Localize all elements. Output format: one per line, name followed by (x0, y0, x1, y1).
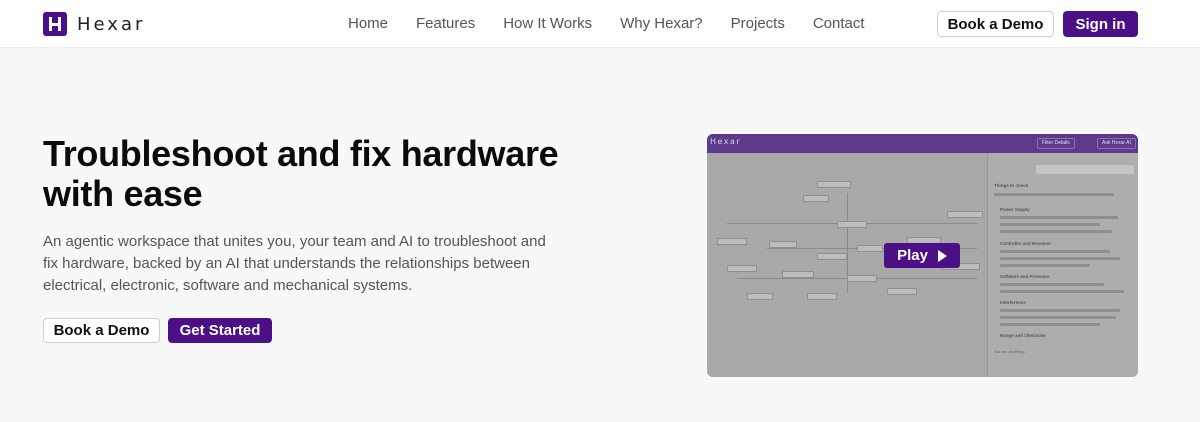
preview-section-interference: Interference (1000, 300, 1026, 305)
play-button[interactable]: Play (884, 243, 960, 268)
preview-brand: Hexar (710, 137, 742, 146)
preview-section-power: Power Supply (1000, 207, 1030, 212)
preview-chat-bubble (1036, 165, 1134, 174)
product-video-preview[interactable]: Hexar Filter Details Ask Hexar AI Things… (707, 134, 1138, 377)
get-started-button[interactable]: Get Started (168, 318, 272, 343)
hero-description: An agentic workspace that unites you, yo… (43, 233, 546, 294)
play-icon (937, 249, 947, 262)
preview-filter-button: Filter Details (1037, 138, 1075, 149)
nav-contact[interactable]: Contact (813, 15, 865, 32)
preview-section-range: Range and Obstacles (1000, 333, 1046, 338)
header-book-demo-button[interactable]: Book a Demo (937, 11, 1054, 37)
hero-book-demo-button[interactable]: Book a Demo (43, 318, 160, 343)
brand-name: Hexar (77, 13, 146, 35)
nav-home[interactable]: Home (348, 15, 388, 32)
hero-title: Troubleshoot and fix hardware with ease (43, 133, 559, 214)
preview-input-placeholder: Ask me anything... (994, 349, 1027, 354)
preview-app-bar: Hexar Filter Details Ask Hexar AI (707, 134, 1138, 153)
nav-projects[interactable]: Projects (731, 15, 785, 32)
logo[interactable]: Hexar (43, 12, 145, 36)
preview-ask-button: Ask Hexar AI (1097, 138, 1136, 149)
nav-features[interactable]: Features (416, 15, 475, 32)
nav-why-hexar[interactable]: Why Hexar? (620, 15, 703, 32)
main-nav: Home Features How It Works Why Hexar? Pr… (348, 15, 893, 32)
site-header: Hexar Home Features How It Works Why Hex… (0, 0, 1200, 48)
logo-mark-icon (43, 12, 67, 36)
preview-section-software: Software and Firmware (1000, 274, 1050, 279)
play-label: Play (897, 247, 928, 264)
preview-section-controller: Controller and Receiver (1000, 241, 1051, 246)
preview-things-heading: Things to check (994, 183, 1029, 188)
sign-in-button[interactable]: Sign in (1063, 11, 1138, 37)
preview-ai-panel: Things to check Power Supply Controller … (987, 153, 1138, 377)
nav-how-it-works[interactable]: How It Works (503, 15, 592, 32)
